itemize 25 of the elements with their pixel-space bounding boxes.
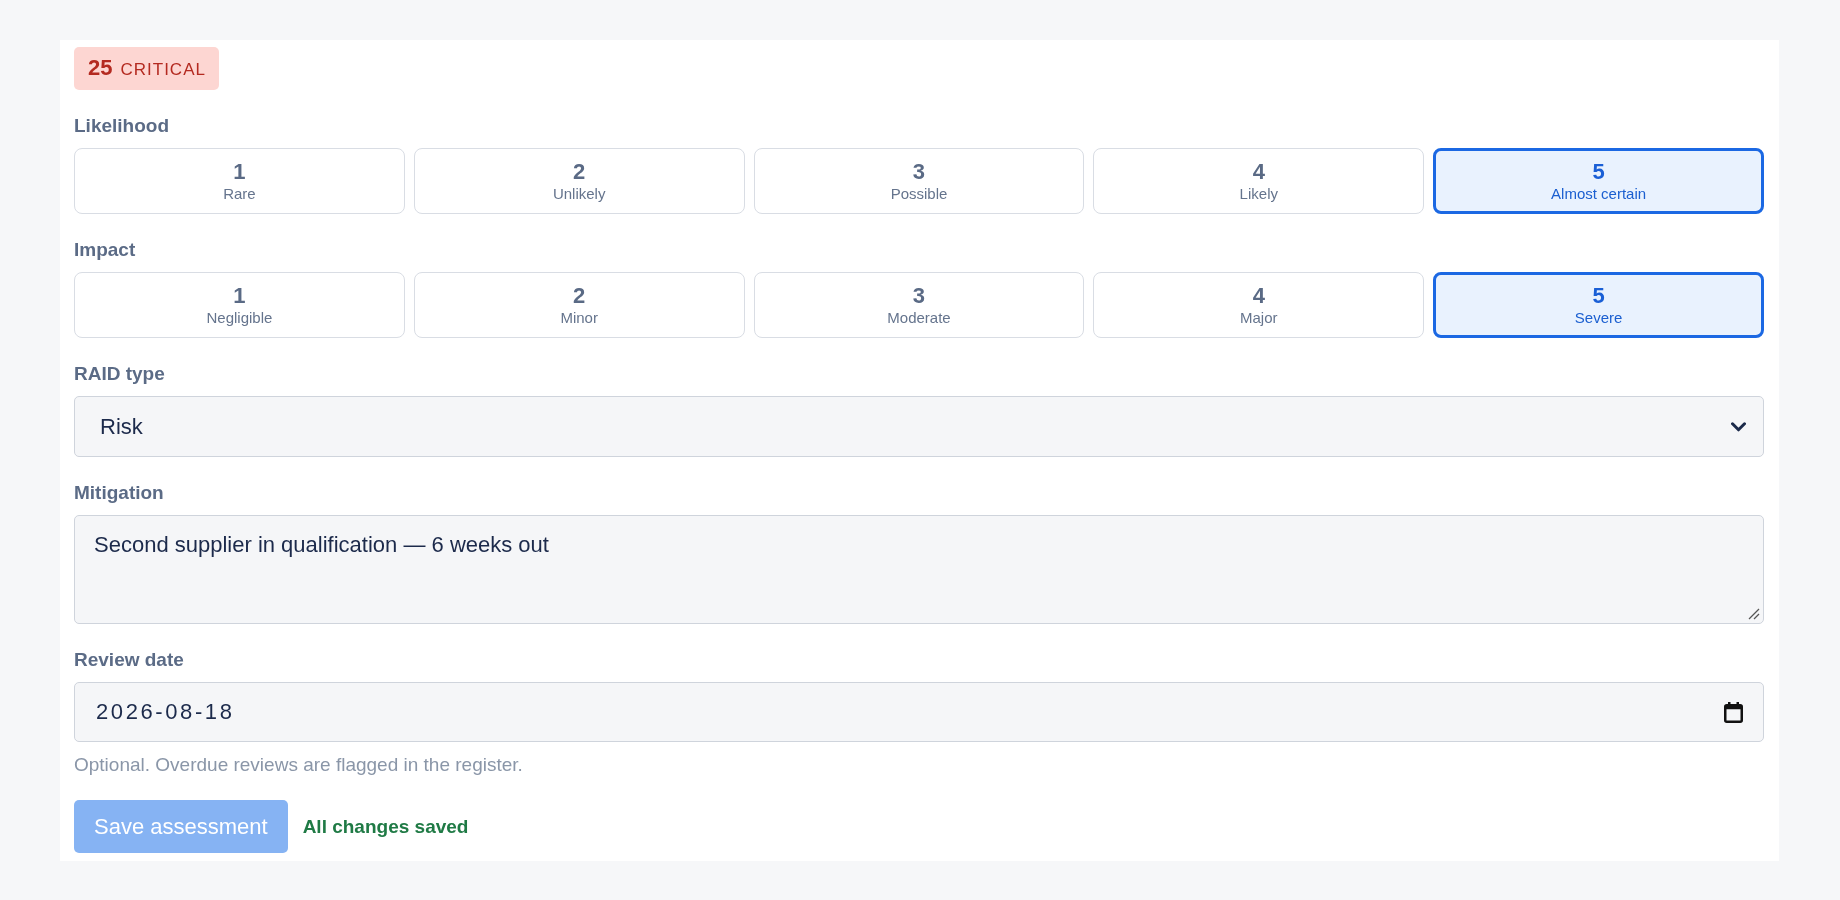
rating-option-button[interactable]: 2 Minor [413,272,745,338]
rating-option-button[interactable]: 4 Major [1093,272,1425,338]
field-label: Impact [74,238,136,262]
rating-option-button[interactable]: 1 Negligible [74,272,405,338]
help-text: Optional. Overdue reviews are flagged in the register. [74,753,523,777]
save-status: All changes saved [302,815,469,838]
calendar-icon[interactable] [1724,701,1743,723]
date-field[interactable]: 2026-08-18 [74,682,1764,742]
resize-grip-icon[interactable] [1748,608,1760,620]
textarea-field[interactable]: Second supplier in qualification — 6 weeks out [74,515,1764,624]
field-label: Mitigation [74,481,164,505]
rating-option-button[interactable]: 3 Moderate [753,272,1085,338]
field-label: RAID type [74,362,165,386]
rating-option-button[interactable]: 4 Likely [1093,148,1425,214]
rating-option-button[interactable]: 3 Possible [753,148,1085,214]
rating-option-button[interactable]: 5 Severe [1433,272,1764,338]
field-label: Review date [74,648,184,672]
rating-option-button[interactable]: 2 Unlikely [413,148,745,214]
rating-option-button[interactable]: 1 Rare [74,148,405,214]
rating-option-button[interactable]: 5 Almost certain [1433,148,1764,214]
risk-level: CRITICAL [120,59,206,81]
field-label: Likelihood [74,114,169,138]
select-field[interactable]: Risk [74,396,1764,457]
risk-score: 25 [88,55,113,80]
chevron-down-icon [1731,421,1746,432]
